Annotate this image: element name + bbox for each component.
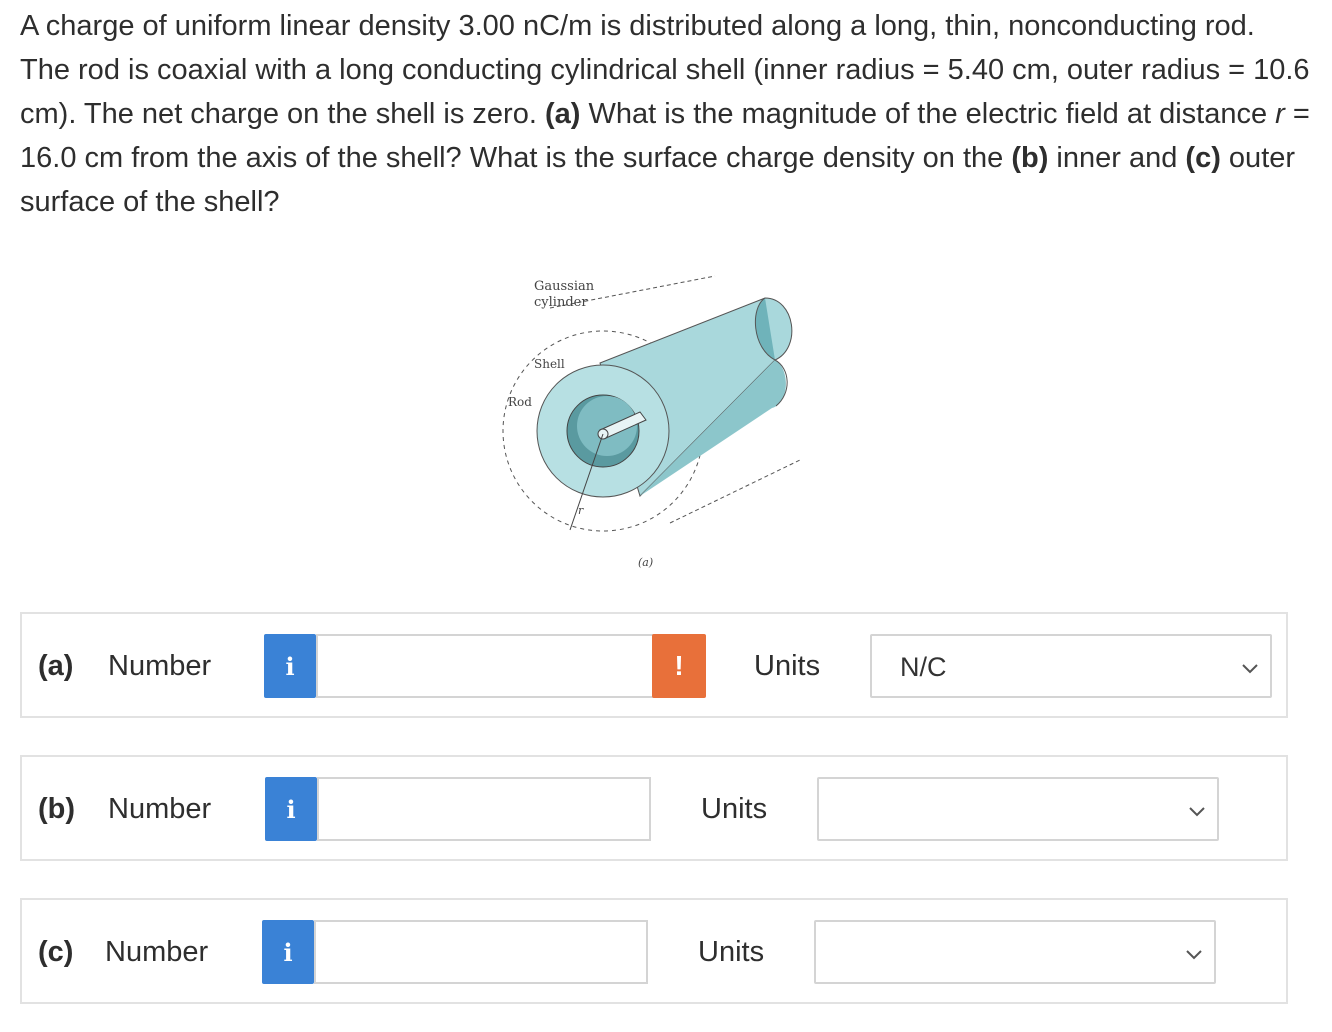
number-input-b[interactable]: [317, 777, 651, 841]
units-select-c[interactable]: [814, 920, 1216, 984]
chevron-down-icon: [1242, 664, 1258, 674]
answer-row-a: (a) Number i ! Units N/C: [20, 612, 1288, 718]
gaussian-label-1: Gaussian: [534, 279, 595, 294]
info-icon[interactable]: i: [264, 634, 316, 698]
rod-label: Rod: [508, 395, 532, 409]
part-label: (b): [38, 793, 76, 825]
part-label: (c): [38, 936, 74, 968]
units-select-b[interactable]: [817, 777, 1219, 841]
r-label: r: [578, 504, 584, 517]
info-icon[interactable]: i: [265, 777, 317, 841]
part-b-tag: (b): [1011, 142, 1049, 174]
number-label: Number: [108, 650, 212, 682]
question-text: A charge of uniform linear density 3.00 …: [20, 4, 1310, 224]
info-icon[interactable]: i: [262, 920, 314, 984]
number-label: Number: [105, 936, 209, 968]
gaussian-label-2: cylinder: [534, 295, 588, 310]
units-value: N/C: [900, 652, 947, 682]
answer-row-c: (c) Number i Units: [20, 898, 1288, 1004]
number-input-a[interactable]: [316, 634, 654, 698]
answer-row-b: (b) Number i Units: [20, 755, 1288, 861]
units-label: Units: [754, 650, 821, 682]
units-label: Units: [701, 793, 768, 825]
part-label: (a): [38, 650, 74, 682]
figure-caption: (a): [638, 556, 653, 569]
question-part-a: What is the magnitude of the electric fi…: [580, 98, 1276, 130]
number-input-c[interactable]: [314, 920, 648, 984]
coaxial-figure: Gaussian cylinder Shell Rod r (a): [502, 275, 801, 569]
chevron-down-icon: [1186, 950, 1202, 960]
units-label: Units: [698, 936, 765, 968]
alert-icon[interactable]: !: [652, 634, 706, 698]
shell-label: Shell: [534, 357, 565, 371]
part-c-tag: (c): [1185, 142, 1221, 174]
chevron-down-icon: [1189, 807, 1205, 817]
question-part-b: inner and: [1048, 142, 1186, 174]
r-variable: r: [1275, 98, 1285, 130]
number-label: Number: [108, 793, 212, 825]
units-select-a[interactable]: N/C: [870, 634, 1272, 698]
part-a-tag: (a): [544, 98, 581, 130]
